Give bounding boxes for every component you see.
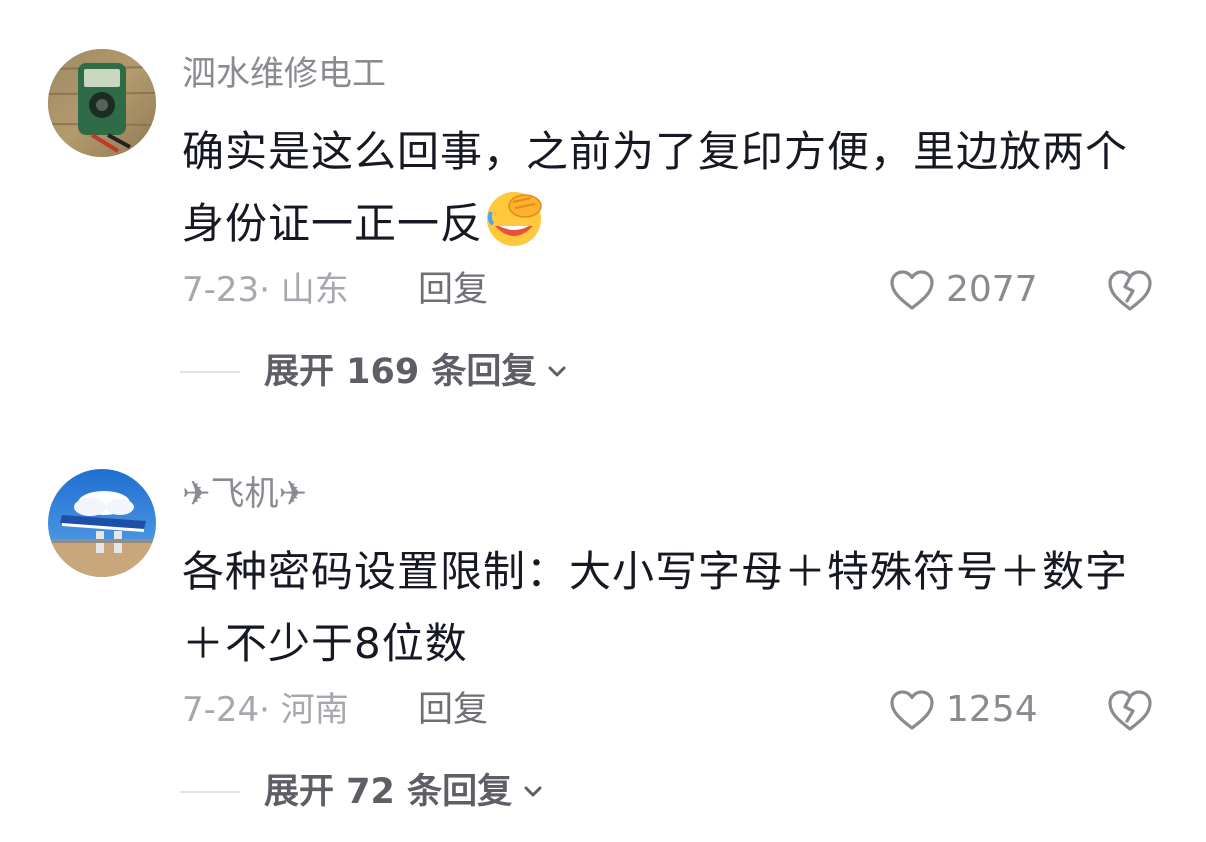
expand-replies-label: 展开 169 条回复 [264,352,537,392]
date-location: 7-23· 山东 [182,270,349,310]
username[interactable]: 泗水维修电工 [182,52,386,96]
avatar[interactable] [48,49,156,157]
expand-replies-button[interactable]: 展开 72 条回复 [180,766,546,818]
comment-text-line: 各种密码设置限制：大小写字母＋特殊符号＋数字 [182,547,1129,596]
heart-outline-icon [890,690,934,730]
comment-text-segment: 身份证一正一反 [182,199,484,248]
comment-text-line-2: 身份证一正一反 [182,188,1172,260]
broken-heart-icon[interactable] [1106,687,1154,733]
reply-button[interactable]: 回复 [418,266,488,314]
expand-divider [180,791,240,793]
multimeter-avatar-image [48,49,156,157]
comment-text-line: 确实是这么回事，之前为了复印方便，里边放两个 [182,127,1129,176]
expand-replies-label: 展开 72 条回复 [264,772,513,812]
expand-replies-button[interactable]: 展开 169 条回复 [180,346,570,398]
chevron-down-icon [524,786,542,797]
gas-station-avatar-image [48,469,156,577]
avatar[interactable] [48,469,156,577]
like-count: 2077 [946,269,1038,310]
reply-button[interactable]: 回复 [418,686,488,734]
like-count: 1254 [946,689,1038,730]
comment-meta: 7-23· 山东 回复 2077 [182,266,1172,314]
username[interactable]: ✈飞机✈ [182,472,307,516]
comment-content: 确实是这么回事，之前为了复印方便，里边放两个 身份证一正一反 [182,116,1172,260]
comment-text-line-2: ＋不少于8位数 [182,619,468,668]
date-location: 7-24· 河南 [182,690,349,730]
comment-content: 各种密码设置限制：大小写字母＋特殊符号＋数字 ＋不少于8位数 [182,536,1172,680]
heart-outline-icon [890,270,934,310]
expand-divider [180,371,240,373]
like-button[interactable]: 1254 [888,686,1038,734]
like-button[interactable]: 2077 [888,266,1038,314]
chevron-down-icon [548,366,566,377]
comment-meta: 7-24· 河南 回复 1254 [182,686,1172,734]
facepalm-laugh-emoji-icon [487,192,542,246]
broken-heart-icon[interactable] [1106,267,1154,313]
